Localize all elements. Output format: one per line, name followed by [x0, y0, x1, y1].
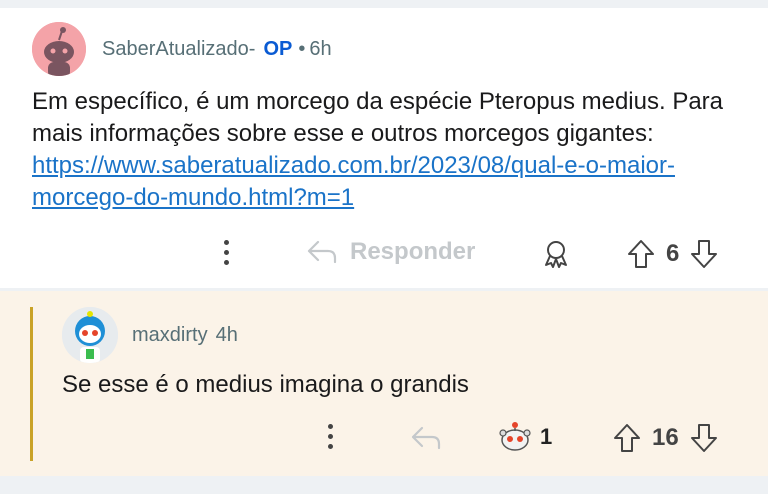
comment-reply: maxdirty 4h Se esse é o medius imagina o …	[0, 291, 768, 476]
downvote-icon[interactable]	[689, 238, 719, 270]
comment-link[interactable]: https://www.saberatualizado.com.br/2023/…	[32, 152, 675, 211]
comment-text: Em específico, é um morcego da espécie P…	[32, 88, 724, 147]
avatar[interactable]	[62, 307, 118, 363]
upvote-icon[interactable]	[612, 422, 642, 454]
comment-actions: Responder 6	[0, 232, 768, 276]
op-badge: OP	[263, 38, 293, 60]
meta-separator: •	[298, 38, 306, 60]
award-icon	[545, 241, 567, 268]
comment-op: SaberAtualizado- OP • 6h Em específico, é u…	[0, 8, 768, 288]
more-options-button[interactable]	[224, 240, 229, 265]
downvote-icon[interactable]	[689, 422, 719, 454]
award-button[interactable]	[540, 238, 572, 270]
snoo-avatar-icon	[62, 307, 118, 363]
comment-body: Em específico, é um morcego da espécie P…	[32, 86, 742, 214]
comment-time: 6h	[309, 38, 332, 60]
comment-header: SaberAtualizado- OP • 6h	[102, 38, 332, 61]
author-name[interactable]: SaberAtualizado-	[102, 38, 255, 60]
reply-button[interactable]	[410, 424, 442, 452]
reply-arrow-icon	[411, 426, 441, 450]
more-vertical-icon	[328, 424, 333, 449]
more-vertical-icon	[224, 240, 229, 265]
more-options-button[interactable]	[328, 424, 333, 449]
comment-actions: 1 16	[0, 418, 768, 458]
comment-text: Se esse é o medius imagina o grandis	[62, 371, 469, 398]
top-divider	[0, 0, 768, 8]
snoo-avatar-icon	[32, 22, 86, 76]
avatar[interactable]	[32, 22, 86, 76]
upvote-icon[interactable]	[626, 238, 656, 270]
award-button[interactable]: 1	[498, 420, 552, 454]
author-name[interactable]: maxdirty	[132, 324, 208, 346]
comment-time: 4h	[215, 324, 238, 346]
snoo-award-icon	[499, 422, 531, 451]
vote-controls: 16	[612, 422, 719, 454]
reply-label: Responder	[350, 238, 476, 265]
vote-controls: 6	[626, 238, 719, 270]
vote-score: 16	[652, 424, 679, 451]
vote-score: 6	[666, 240, 680, 267]
reply-arrow-icon	[307, 240, 337, 264]
reply-button[interactable]: Responder	[306, 238, 475, 266]
bottom-divider	[0, 476, 768, 494]
comment-header: maxdirty 4h	[132, 324, 238, 347]
award-count: 1	[540, 424, 553, 449]
